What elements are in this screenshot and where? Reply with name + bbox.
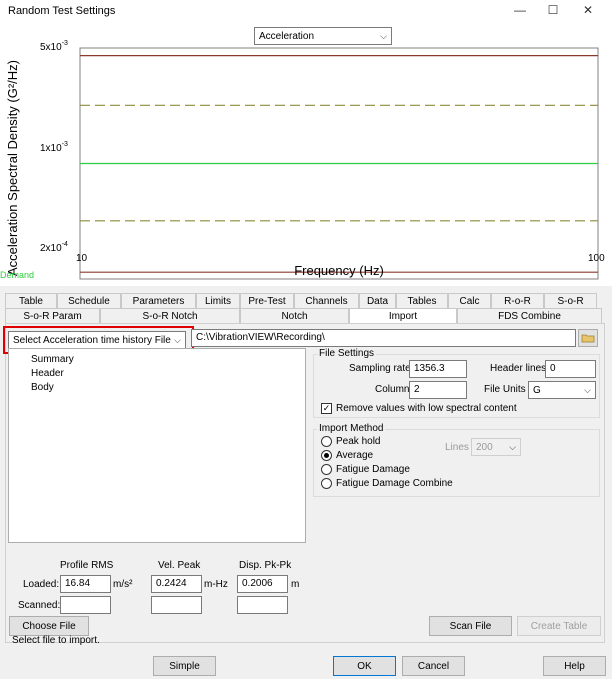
sampling-rate-input[interactable]: 1356.3 (409, 360, 467, 378)
y-tick-label-mid: 1x10-3 (40, 141, 68, 154)
scanned-disp-value (237, 596, 288, 614)
tab-strip-row1: Table Schedule Parameters Limits Pre-Test Cha… (5, 293, 605, 308)
vel-peak-header: Vel. Peak (158, 560, 201, 571)
y-axis-label: Acceleration Spectral Density (G²/Hz) (5, 60, 20, 276)
vel-unit: m-Hz (204, 579, 228, 590)
tab-fds-combine[interactable]: FDS Combine (457, 308, 602, 323)
method-label-peak-hold: Peak hold (336, 436, 381, 447)
browse-button[interactable] (578, 329, 598, 347)
method-radio-fatigue-damage-combine[interactable] (321, 478, 332, 489)
method-label-average: Average (336, 450, 374, 461)
method-option-average[interactable]: Average (321, 450, 373, 461)
column-label: Column (375, 384, 410, 395)
tab-data[interactable]: Data (359, 293, 396, 308)
file-path-input[interactable]: C:\VibrationVIEW\Recording\ (191, 329, 576, 347)
chevron-down-icon: ⌵ (584, 384, 591, 395)
method-option-fatigue-damage-combine[interactable]: Fatigue Damage Combine (321, 478, 453, 489)
minimize-icon[interactable]: — (510, 3, 530, 17)
tab-calc[interactable]: Calc (448, 293, 491, 308)
file-units-value: G (533, 384, 541, 396)
y-tick-label-bottom: 2x10-4 (40, 241, 68, 254)
column-input[interactable]: 2 (409, 381, 467, 399)
tab-tables[interactable]: Tables (396, 293, 448, 308)
method-radio-average[interactable] (321, 450, 332, 461)
file-settings-title: File Settings (317, 348, 377, 359)
file-units-select[interactable]: G ⌵ (528, 381, 596, 399)
import-method-title: Import Method (317, 423, 386, 434)
create-table-button[interactable]: Create Table (517, 616, 601, 636)
tab-schedule[interactable]: Schedule (57, 293, 121, 308)
method-radio-peak-hold[interactable] (321, 436, 332, 447)
tab-s-o-r-notch[interactable]: S-o-R Notch (100, 308, 240, 323)
tab-table[interactable]: Table (5, 293, 57, 308)
lines-value: 200 (476, 441, 493, 453)
loaded-vel-value: 0.2424 (151, 575, 202, 593)
close-icon[interactable]: ✕ (578, 3, 598, 17)
tab-r-o-r[interactable]: R-o-R (491, 293, 544, 308)
lines-label: Lines (445, 442, 469, 453)
import-tab-panel: Select Acceleration time history File ⌵ … (3, 323, 605, 646)
tab-notch[interactable]: Notch (240, 308, 349, 323)
disp-unit: m (291, 579, 300, 590)
x-tick-label-right: 100 (588, 253, 605, 264)
file-units-label: File Units (484, 384, 526, 395)
method-label-fatigue-damage: Fatigue Damage (336, 464, 410, 475)
scanned-rms-value (60, 596, 111, 614)
x-axis-label: Frequency (Hz) (294, 263, 384, 278)
tab-limits[interactable]: Limits (196, 293, 240, 308)
header-lines-input[interactable]: 0 (545, 360, 596, 378)
chevron-down-icon: ⌵ (174, 334, 181, 345)
tab-pre-test[interactable]: Pre-Test (240, 293, 294, 308)
header-lines-label: Header lines (490, 363, 547, 374)
tab-channels[interactable]: Channels (294, 293, 359, 308)
tab-s-o-r[interactable]: S-o-R (544, 293, 597, 308)
rms-unit: m/s² (113, 579, 133, 590)
cancel-button[interactable]: Cancel (402, 656, 465, 676)
file-tree-panel: Summary Header Body (8, 348, 306, 543)
method-label-fatigue-damage-combine: Fatigue Damage Combine (336, 478, 453, 489)
tree-item-header[interactable]: Header (31, 368, 64, 379)
file-type-value: Select Acceleration time history File (13, 334, 171, 346)
loaded-rms-value: 16.84 (60, 575, 111, 593)
x-tick-label-left: 10 (76, 253, 88, 264)
title-bar: Random Test Settings — ☐ ✕ (0, 0, 612, 24)
help-button[interactable]: Help (543, 656, 606, 676)
disp-pkpk-header: Disp. Pk-Pk (239, 560, 292, 571)
loaded-disp-value: 0.2006 (237, 575, 288, 593)
loaded-label: Loaded: (23, 579, 60, 590)
scan-file-button[interactable]: Scan File (429, 616, 512, 636)
chart-area: Acceleration ⌵ Acceleration Spectral Den… (0, 24, 612, 286)
tab-s-o-r-param[interactable]: S-o-R Param (5, 308, 100, 323)
chevron-down-icon: ⌵ (509, 441, 516, 452)
lines-select[interactable]: 200 ⌵ (471, 438, 521, 456)
profile-rms-header: Profile RMS (60, 560, 114, 571)
tab-import[interactable]: Import (349, 308, 457, 323)
tab-strip-row2: S-o-R Param S-o-R Notch Notch Import FDS Com… (5, 308, 605, 323)
y-tick-label-top: 5x10-3 (40, 40, 68, 53)
maximize-icon[interactable]: ☐ (543, 3, 563, 17)
tab-parameters[interactable]: Parameters (121, 293, 196, 308)
folder-icon (581, 334, 595, 343)
tree-item-body[interactable]: Body (31, 382, 54, 393)
remove-low-spectral-label: Remove values with low spectral content (336, 403, 517, 414)
file-type-select[interactable]: Select Acceleration time history File ⌵ (8, 331, 186, 349)
method-radio-fatigue-damage[interactable] (321, 464, 332, 475)
asd-chart: Acceleration Spectral Density (G²/Hz) Fr… (0, 40, 605, 280)
ok-button[interactable]: OK (333, 656, 396, 676)
remove-low-spectral-checkbox[interactable]: ✓ (321, 403, 332, 414)
simple-button[interactable]: Simple (153, 656, 216, 676)
scanned-label: Scanned: (18, 600, 61, 611)
remove-low-spectral-row[interactable]: ✓ Remove values with low spectral conten… (321, 403, 517, 414)
choose-file-button[interactable]: Choose File (9, 616, 89, 636)
legend-demand: Demand (0, 270, 34, 280)
method-option-fatigue-damage[interactable]: Fatigue Damage (321, 464, 410, 475)
sampling-rate-label: Sampling rate (349, 363, 411, 374)
scanned-vel-value (151, 596, 202, 614)
method-option-peak-hold[interactable]: Peak hold (321, 436, 380, 447)
status-text: Select file to import. (12, 635, 100, 646)
window-title: Random Test Settings (8, 5, 116, 17)
tree-item-summary[interactable]: Summary (31, 354, 74, 365)
